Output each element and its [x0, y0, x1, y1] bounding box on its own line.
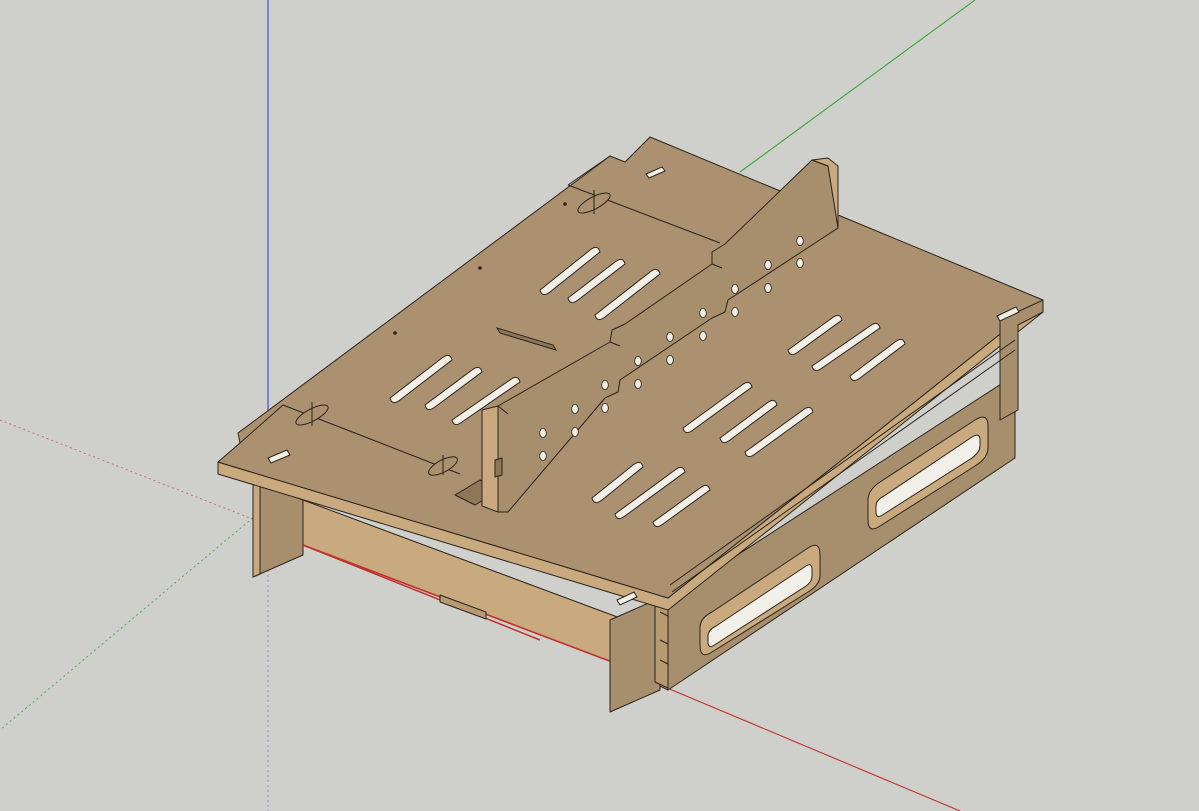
- scene[interactable]: [0, 0, 1199, 811]
- 3d-viewport[interactable]: [0, 0, 1199, 811]
- right-front-support: [609, 597, 669, 713]
- red-axis-far: [659, 684, 961, 811]
- red-axis-hidden: [0, 419, 256, 521]
- green-axis-hidden: [0, 504, 269, 731]
- green-axis: [739, 0, 976, 173]
